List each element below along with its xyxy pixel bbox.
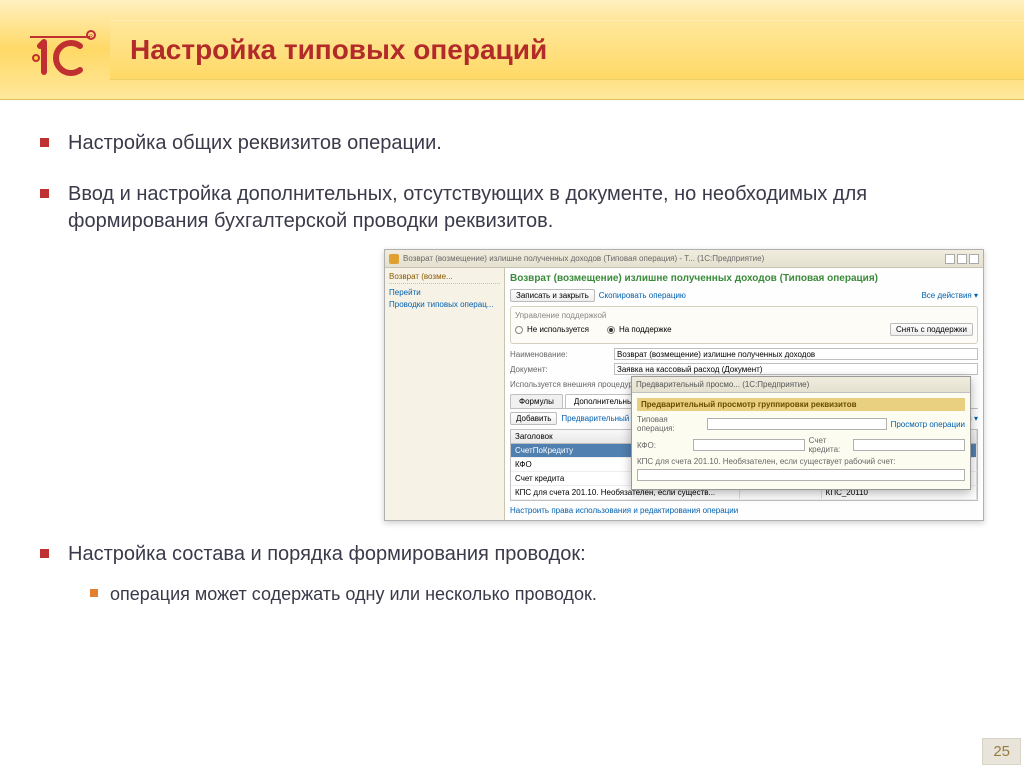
bullet-item: Ввод и настройка дополнительных, отсутст… <box>40 181 984 235</box>
copy-operation-link[interactable]: Скопировать операцию <box>599 291 686 300</box>
view-operation-link[interactable]: Просмотр операции <box>891 420 965 429</box>
titlebar-text: Возврат (возмещение) излишне полученных … <box>403 254 941 263</box>
sidebar-heading: Возврат (возме... <box>389 272 500 284</box>
logo-1c: R <box>0 22 110 77</box>
form-title: Возврат (возмещение) излишне полученных … <box>510 273 978 284</box>
support-group: Управление поддержкой Не используется На… <box>510 306 978 344</box>
field-label: Типовая операция: <box>637 415 703 433</box>
radio-not-used[interactable] <box>515 326 523 334</box>
slide-content: Настройка общих реквизитов операции. Вво… <box>0 100 1024 640</box>
save-close-button[interactable]: Записать и закрыть <box>510 289 595 302</box>
rights-link[interactable]: Настроить права использования и редактир… <box>510 506 978 515</box>
popup-titlebar: Предварительный просмо... (1С:Предприяти… <box>632 377 970 393</box>
toolbar: Записать и закрыть Скопировать операцию … <box>510 289 978 302</box>
bullet-item: Настройка общих реквизитов операции. <box>40 130 984 157</box>
field-label: КПС для счета 201.10. Необязателен, если… <box>637 457 965 466</box>
app-sidebar: Возврат (возме... Перейти Проводки типов… <box>385 268 505 520</box>
minimize-button[interactable] <box>945 254 955 264</box>
embedded-screenshot: Возврат (возмещение) излишне полученных … <box>40 249 984 521</box>
bullet-list: Настройка состава и порядка формирования… <box>40 541 984 606</box>
add-button[interactable]: Добавить <box>510 412 557 425</box>
typical-op-input[interactable] <box>707 418 887 430</box>
window-controls <box>945 254 979 264</box>
sidebar-link[interactable]: Проводки типовых операц... <box>389 300 500 309</box>
tab-formulas[interactable]: Формулы <box>510 394 563 408</box>
slide-header: R Настройка типовых операций <box>0 0 1024 100</box>
field-label: Наименование: <box>510 350 610 359</box>
kfo-input[interactable] <box>693 439 805 451</box>
title-bar: Настройка типовых операций <box>110 20 1024 80</box>
popup-title-text: Предварительный просмо... (1С:Предприяти… <box>636 380 809 389</box>
field-label: Документ: <box>510 365 610 374</box>
group-label: Управление поддержкой <box>515 311 973 320</box>
document-input[interactable] <box>614 363 978 375</box>
all-actions-link[interactable]: Все действия ▾ <box>921 291 978 300</box>
slide-title: Настройка типовых операций <box>130 34 547 66</box>
name-input[interactable] <box>614 348 978 360</box>
page-number: 25 <box>982 738 1021 765</box>
app-icon <box>389 254 399 264</box>
field-label: КФО: <box>637 441 689 450</box>
radio-label: На поддержке <box>619 325 672 334</box>
radio-label: Не используется <box>527 325 589 334</box>
close-button[interactable] <box>969 254 979 264</box>
sub-bullet-item: операция может содержать одну или нескол… <box>68 582 984 606</box>
popup-header: Предварительный просмотр группировки рек… <box>637 398 965 411</box>
sidebar-link[interactable]: Перейти <box>389 288 500 297</box>
bullet-list: Настройка общих реквизитов операции. Вво… <box>40 130 984 235</box>
credit-account-input[interactable] <box>853 439 965 451</box>
app-window: Возврат (возмещение) излишне полученных … <box>384 249 984 521</box>
field-label: Счет кредита: <box>809 436 849 454</box>
bullet-item: Настройка состава и порядка формирования… <box>40 541 984 606</box>
app-titlebar: Возврат (возмещение) излишне полученных … <box>385 250 983 268</box>
remove-support-button[interactable]: Снять с поддержки <box>890 323 973 336</box>
preview-popup: Предварительный просмо... (1С:Предприяти… <box>631 376 971 490</box>
svg-text:R: R <box>89 34 93 40</box>
kps-input[interactable] <box>637 469 965 481</box>
maximize-button[interactable] <box>957 254 967 264</box>
radio-supported[interactable] <box>607 326 615 334</box>
